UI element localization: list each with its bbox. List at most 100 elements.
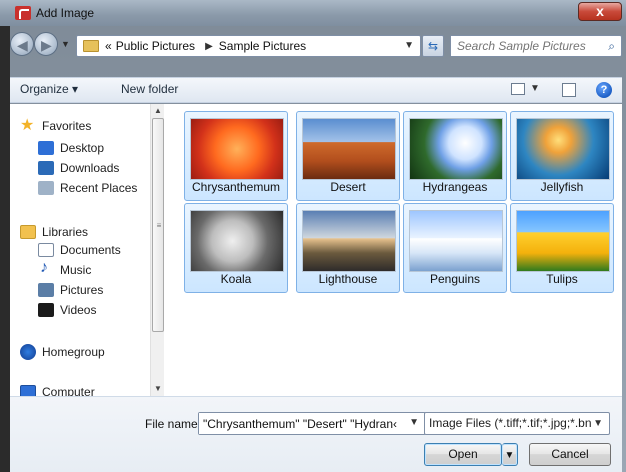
search-icon[interactable]: ⌕ (608, 39, 615, 54)
breadcrumb-sample-pictures[interactable]: Sample Pictures (219, 39, 306, 53)
window-title: Add Image (36, 6, 95, 20)
nav-label-downloads: Downloads (60, 161, 120, 175)
nav-label-music: Music (60, 263, 92, 277)
address-dropdown-icon[interactable]: ▼ (404, 40, 414, 51)
cancel-button[interactable]: Cancel (529, 443, 611, 466)
organize-menu-button[interactable]: Organize ▾ (20, 82, 78, 96)
nav-label-libraries: Libraries (42, 225, 89, 239)
nav-desktop[interactable]: Desktop (38, 138, 104, 158)
search-input[interactable] (451, 36, 591, 56)
nav-downloads[interactable]: Downloads (38, 158, 119, 178)
recent-locations-dropdown[interactable]: ▼ (61, 39, 70, 49)
file-type-dropdown-icon[interactable]: ▼ (593, 413, 603, 434)
view-options-dropdown-icon[interactable]: ▼ (530, 83, 540, 94)
open-button[interactable]: Open (424, 443, 502, 466)
open-options-dropdown[interactable]: ▼ (502, 443, 518, 466)
nav-label-desktop: Desktop (60, 141, 105, 155)
file-name-label: Chrysanthemum (191, 180, 281, 194)
file-thumbnail (516, 118, 610, 180)
file-name-label: Koala (220, 272, 252, 286)
file-thumbnail (409, 118, 503, 180)
nav-label-homegroup: Homegroup (42, 345, 105, 359)
file-type-value: Image Files (*.tiff;*.tif;*.jpg;*.bn (429, 416, 592, 430)
music-icon (38, 259, 54, 277)
downloads-icon (38, 161, 54, 175)
file-name-combobox[interactable]: ▼ (198, 412, 426, 435)
breadcrumb-separator-icon: ▶ (205, 40, 213, 52)
left-window-edge (0, 0, 10, 472)
file-tile-chrysanthemum[interactable]: Chrysanthemum (184, 111, 288, 201)
address-row: ◀ ▶ ▼ « Public Pictures ▶ Sample Picture… (10, 30, 622, 60)
view-options-icon[interactable] (511, 83, 525, 95)
documents-icon (38, 243, 54, 257)
homegroup-icon (20, 344, 36, 360)
add-image-dialog: Add Image x ◀ ▶ ▼ « Public Pictures ▶ Sa… (0, 0, 626, 472)
forward-button[interactable]: ▶ (34, 32, 58, 56)
file-name-label: Hydrangeas (422, 180, 488, 194)
refresh-button[interactable]: ⇆ (422, 35, 444, 57)
address-bar[interactable]: « Public Pictures ▶ Sample Pictures ▼ (76, 35, 421, 57)
pictures-icon (38, 283, 54, 297)
file-name-label: Desert (330, 180, 366, 194)
favorites-star-icon: ★ (20, 117, 35, 134)
new-folder-button[interactable]: New folder (121, 82, 178, 96)
videos-icon (38, 303, 54, 317)
scroll-thumb[interactable]: ≡ (152, 118, 164, 332)
app-logo-icon (15, 6, 31, 20)
file-view: Chrysanthemum Desert Hydrangeas Jellyfis… (164, 104, 622, 396)
file-thumbnail (190, 210, 284, 272)
back-arrow-icon: ◀ (17, 37, 28, 53)
help-icon[interactable]: ? (596, 82, 612, 98)
file-tile-hydrangeas[interactable]: Hydrangeas (403, 111, 507, 201)
file-tile-tulips[interactable]: Tulips (510, 203, 614, 293)
nav-libraries[interactable]: Libraries (20, 222, 88, 242)
open-options-dropdown-icon: ▼ (504, 450, 515, 461)
back-button[interactable]: ◀ (10, 32, 34, 56)
file-tile-penguins[interactable]: Penguins (403, 203, 507, 293)
title-bar: Add Image x (0, 0, 626, 26)
file-name-label-text: File name: (145, 417, 202, 431)
nav-music[interactable]: Music (38, 259, 92, 280)
search-box[interactable]: ⌕ (450, 35, 622, 57)
nav-homegroup[interactable]: Homegroup (20, 342, 105, 362)
nav-label-recent-places: Recent Places (60, 181, 138, 195)
nav-videos[interactable]: Videos (38, 300, 96, 320)
nav-label-videos: Videos (60, 303, 97, 317)
file-type-select[interactable]: Image Files (*.tiff;*.tif;*.jpg;*.bn ▼ (424, 412, 610, 435)
nav-label-documents: Documents (60, 243, 121, 257)
close-button[interactable]: x (578, 2, 622, 21)
file-name-label: Penguins (429, 272, 481, 286)
recent-places-icon (38, 181, 54, 195)
nav-label-pictures: Pictures (60, 283, 104, 297)
nav-label-favorites: Favorites (42, 119, 92, 133)
scroll-down-arrow-icon[interactable]: ▼ (151, 382, 165, 396)
breadcrumb-overflow[interactable]: « (105, 39, 112, 53)
navigation-scrollbar[interactable]: ▲ ≡ ▼ (150, 104, 164, 396)
toolbar: Organize ▾ New folder ▼ ? (10, 77, 622, 103)
bottom-panel: File name: ▼ Image Files (*.tiff;*.tif;*… (10, 396, 622, 472)
nav-pictures[interactable]: Pictures (38, 280, 103, 300)
file-tile-desert[interactable]: Desert (296, 111, 400, 201)
file-thumbnail (302, 210, 396, 272)
nav-favorites[interactable]: ★ Favorites (20, 116, 91, 136)
main-area: ★ Favorites Desktop Downloads Recent Pla… (10, 104, 622, 399)
folder-icon (83, 40, 99, 52)
forward-arrow-icon: ▶ (41, 37, 52, 53)
scroll-up-arrow-icon[interactable]: ▲ (151, 104, 165, 118)
nav-documents[interactable]: Documents (38, 240, 121, 260)
file-thumbnail (190, 118, 284, 180)
file-tile-lighthouse[interactable]: Lighthouse (296, 203, 400, 293)
file-thumbnail (302, 118, 396, 180)
file-tile-jellyfish[interactable]: Jellyfish (510, 111, 614, 201)
file-name-dropdown-icon[interactable]: ▼ (409, 417, 419, 428)
nav-recent-places[interactable]: Recent Places (38, 178, 137, 198)
file-thumbnail (409, 210, 503, 272)
breadcrumb-public-pictures[interactable]: Public Pictures (116, 39, 195, 53)
preview-pane-icon[interactable] (562, 83, 576, 97)
file-name-label: Jellyfish (540, 180, 584, 194)
navigation-pane: ★ Favorites Desktop Downloads Recent Pla… (10, 104, 164, 399)
file-tile-koala[interactable]: Koala (184, 203, 288, 293)
file-name-input[interactable] (199, 413, 403, 434)
file-thumbnail (516, 210, 610, 272)
scroll-grip-icon: ≡ (156, 221, 162, 230)
